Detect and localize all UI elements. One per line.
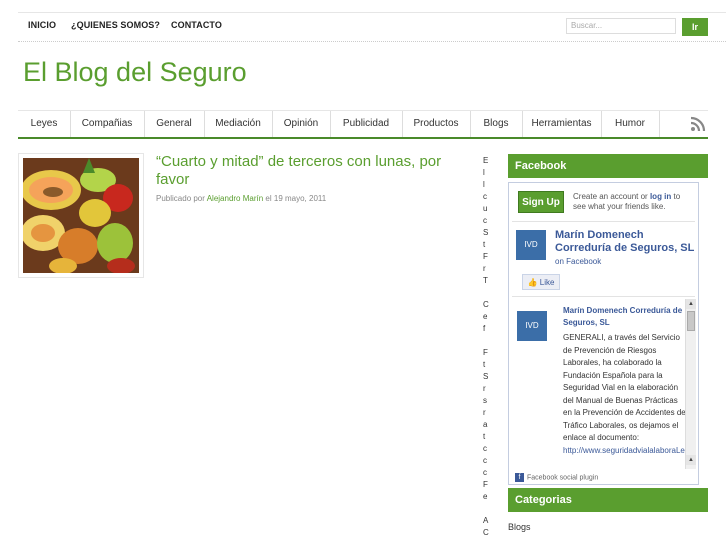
divider [512,221,695,222]
facebook-login-link[interactable]: log in [650,192,671,201]
divider [512,296,695,297]
post-date: el 19 mayo, 2011 [265,194,327,203]
top-navigation: INICIO ¿QUIENES SOMOS? CONTACTO Buscar..… [18,12,726,42]
post-title[interactable]: “Cuarto y mitad” de terceros con lunas, … [156,153,456,189]
category-tab-blogs[interactable]: Blogs [470,111,523,137]
clipped-post-excerpt: E l l c u c S t F r T C e f F t S r s r … [483,156,489,537]
feed-logo-icon[interactable]: IVD [517,311,547,341]
facebook-signup-button[interactable]: Sign Up [518,191,564,213]
facebook-like-button[interactable]: 👍 Like [522,274,560,290]
facebook-page-name[interactable]: Marín Domenech Correduría de Seguros, SL… [555,229,695,268]
facebook-page-name-text[interactable]: Marín Domenech Correduría de Seguros, SL [555,229,694,254]
fruit-image [21,158,139,274]
scroll-up-icon[interactable]: ▲ [686,299,696,309]
feed-post-author[interactable]: Marín Domenech Correduría de Seguros, SL [563,305,685,329]
feed-post-body: GENERALI, a través del Servicio de Preve… [563,333,685,442]
post-thumbnail[interactable] [18,153,144,278]
category-tab-humor[interactable]: Humor [601,111,660,137]
scrollbar-thumb[interactable] [687,311,695,331]
facebook-feed: IVD Marín Domenech Correduría de Seguros… [513,299,685,469]
category-link-blogs[interactable]: Blogs [508,522,531,532]
category-tab-leyes[interactable]: Leyes [18,111,71,137]
category-tab-herramientas[interactable]: Herramientas [522,111,602,137]
facebook-create-account-text: Create an account or log in to see what … [573,192,693,212]
category-tab-productos[interactable]: Productos [402,111,471,137]
create-account-text: Create an account or [573,192,648,201]
site-title[interactable]: El Blog del Seguro [23,57,247,88]
search-button[interactable]: Ir [682,18,708,36]
page-logo-icon[interactable]: IVD [516,230,546,260]
category-tab-mediacion[interactable]: Mediación [204,111,273,137]
nav-link-quienes-somos[interactable]: ¿QUIENES SOMOS? [71,20,160,30]
category-tab-general[interactable]: General [144,111,205,137]
post-author-link[interactable]: Alejandro Marín [207,194,263,203]
nav-link-contacto[interactable]: CONTACTO [171,20,222,30]
facebook-footer-text: Facebook social plugin [527,474,599,482]
nav-link-inicio[interactable]: INICIO [28,20,56,30]
scroll-down-icon[interactable]: ▲ [686,455,696,465]
categorias-widget-heading: Categorias [508,488,708,512]
thumbs-up-icon: 👍 [527,278,538,287]
facebook-like-box: Sign Up Create an account or log in to s… [508,182,699,485]
facebook-social-plugin-footer: f Facebook social plugin [515,473,598,482]
facebook-widget-heading: Facebook [508,154,708,178]
post-meta: Publicado por Alejandro Marín el 19 mayo… [156,194,326,203]
category-tab-opinion[interactable]: Opinión [272,111,331,137]
feed-post-text: GENERALI, a través del Servicio de Preve… [563,332,685,457]
facebook-f-icon: f [515,473,524,482]
like-label: Like [539,278,555,287]
feed-post-link[interactable]: http://www.seguridadvialalaboraLes/image… [563,446,685,455]
post-meta-prefix: Publicado por [156,194,205,203]
category-navigation: Leyes Compañias General Mediación Opinió… [18,110,708,139]
search-input[interactable]: Buscar... [566,18,676,34]
on-facebook-text: on Facebook [555,257,602,266]
rss-icon[interactable] [690,116,706,132]
category-tab-companias[interactable]: Compañias [70,111,145,137]
feed-scrollbar[interactable]: ▲ ▲ [685,299,696,469]
category-tab-publicidad[interactable]: Publicidad [330,111,403,137]
